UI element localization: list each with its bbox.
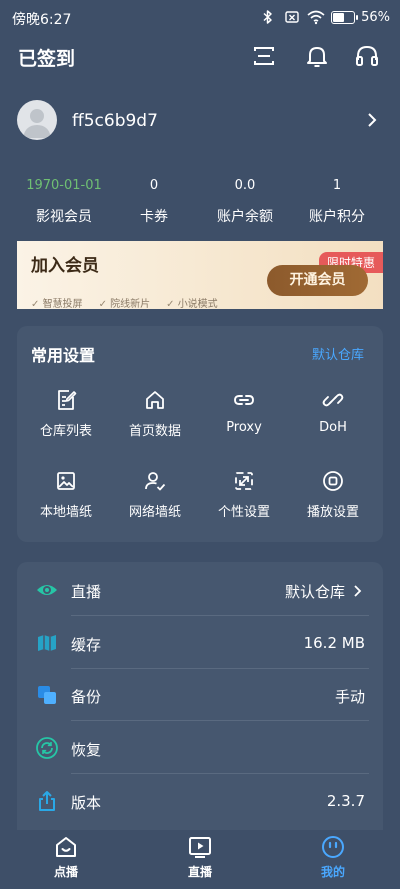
list-item-label: 版本 [71,794,102,812]
list-item-restore[interactable]: 恢复 [17,722,383,774]
eye-icon [37,585,57,595]
nav-live[interactable]: 直播 [170,834,230,880]
settings-item-local-wallpaper[interactable]: 本地墙纸 [21,469,111,520]
menu-list-card: 直播 默认仓库 缓存 16.2 MB 备份 手动 恢复 版本 2.3.7 [17,562,383,830]
chevron-right-icon [354,585,362,597]
stat-label: 账户余额 [217,209,273,225]
open-vip-button[interactable]: 开通会员 [267,265,368,296]
bluetooth-icon [263,10,272,24]
list-item-value: 16.2 MB [303,634,365,652]
stat-value: 1 [332,178,342,193]
battery-icon [331,10,359,24]
expand-icon [235,472,253,490]
list-item-value: 默认仓库 [284,583,345,601]
list-item-value: 手动 [334,688,365,706]
settings-item-label: Proxy [226,420,262,435]
share-icon [39,791,55,811]
copy-icon [38,686,56,704]
user-check-icon [145,472,166,491]
settings-item-playback[interactable]: 播放设置 [288,469,378,520]
home-icon [146,391,164,409]
stat-label: 卡券 [140,209,168,225]
scan-icon[interactable] [250,42,278,70]
avatar[interactable] [17,100,57,140]
settings-item-label: 网络墙纸 [128,505,181,520]
stop-circle-icon [323,471,343,491]
stat-label: 账户积分 [309,209,365,225]
map-icon [38,635,56,651]
settings-item-doh[interactable]: DoH [288,388,378,435]
profile-icon [322,836,344,858]
bell-icon[interactable] [303,42,331,70]
list-item-label: 备份 [71,688,102,706]
wifi-icon [307,10,325,25]
settings-item-repo-list[interactable]: 仓库列表 [21,388,111,439]
username[interactable]: ff5c6b9d7 [72,111,158,131]
settings-item-proxy[interactable]: Proxy [199,388,289,435]
nav-vod[interactable]: 点播 [36,834,96,880]
play-screen-icon [189,837,211,858]
page-title: 已签到 [18,48,76,70]
settings-item-label: 本地墙纸 [39,505,92,520]
avatar-placeholder-icon [23,109,51,138]
nav-label: 我的 [320,865,345,879]
refresh-icon [36,737,58,759]
chevron-right-icon[interactable] [364,112,380,128]
list-item-live[interactable]: 直播 默认仓库 [17,564,383,616]
nav-label: 点播 [53,865,78,879]
settings-item-personalization[interactable]: 个性设置 [199,469,289,520]
nav-mine[interactable]: 我的 [303,834,363,880]
settings-item-home-data[interactable]: 首页数据 [110,388,200,439]
sim-off-icon [285,11,299,23]
document-edit-icon [58,390,77,410]
battery-level [333,12,345,22]
settings-title: 常用设置 [31,346,96,365]
stat-value: 0.0 [234,178,256,193]
nav-label: 直播 [187,865,212,879]
vip-feature: 智慧投屏 [31,295,83,309]
vip-feature: 院线新片 [99,295,150,309]
settings-item-label: 播放设置 [306,505,359,520]
settings-item-label: 个性设置 [217,505,270,520]
stat-label: 影视会员 [36,209,92,225]
list-item-label: 恢复 [71,741,102,759]
vip-banner[interactable]: 加入会员 限时特惠 开通会员 智慧投屏 院线新片 小说模式 [17,241,383,309]
list-item-cache[interactable]: 缓存 16.2 MB [17,617,383,669]
list-item-backup[interactable]: 备份 手动 [17,669,383,721]
settings-item-label: 首页数据 [128,424,181,439]
vip-title: 加入会员 [31,256,99,276]
stat-value: 0 [149,178,159,193]
image-icon [57,472,75,490]
headset-icon[interactable] [353,42,381,70]
list-item-value: 2.3.7 [326,792,365,810]
settings-item-network-wallpaper[interactable]: 网络墙纸 [110,469,200,520]
status-bar: 傍晚6:27 56% [0,0,400,36]
vip-feature: 小说模式 [166,295,218,309]
stat-value: 1970-01-01 [26,178,102,193]
bottom-nav: 点播 直播 我的 [0,830,400,889]
divider [71,720,369,721]
default-repo-link[interactable]: 默认仓库 [312,344,364,363]
list-item-label: 直播 [71,583,102,601]
settings-item-label: 仓库列表 [39,424,92,439]
chain-icon [322,393,344,407]
divider [71,615,369,616]
list-item-label: 缓存 [71,636,102,654]
list-item-version[interactable]: 版本 2.3.7 [17,775,383,827]
battery-percent: 56% [361,9,390,25]
settings-card: 常用设置 默认仓库 仓库列表 首页数据 Proxy DoH 本地墙纸 网络墙纸 … [17,326,383,542]
divider [71,773,369,774]
home-smile-icon [56,837,76,857]
vip-features: 智慧投屏 院线新片 小说模式 [31,295,218,309]
settings-item-label: DoH [319,420,347,435]
status-time: 傍晚6:27 [12,12,72,28]
link-icon [234,395,254,405]
status-icons: 56% [259,9,390,25]
